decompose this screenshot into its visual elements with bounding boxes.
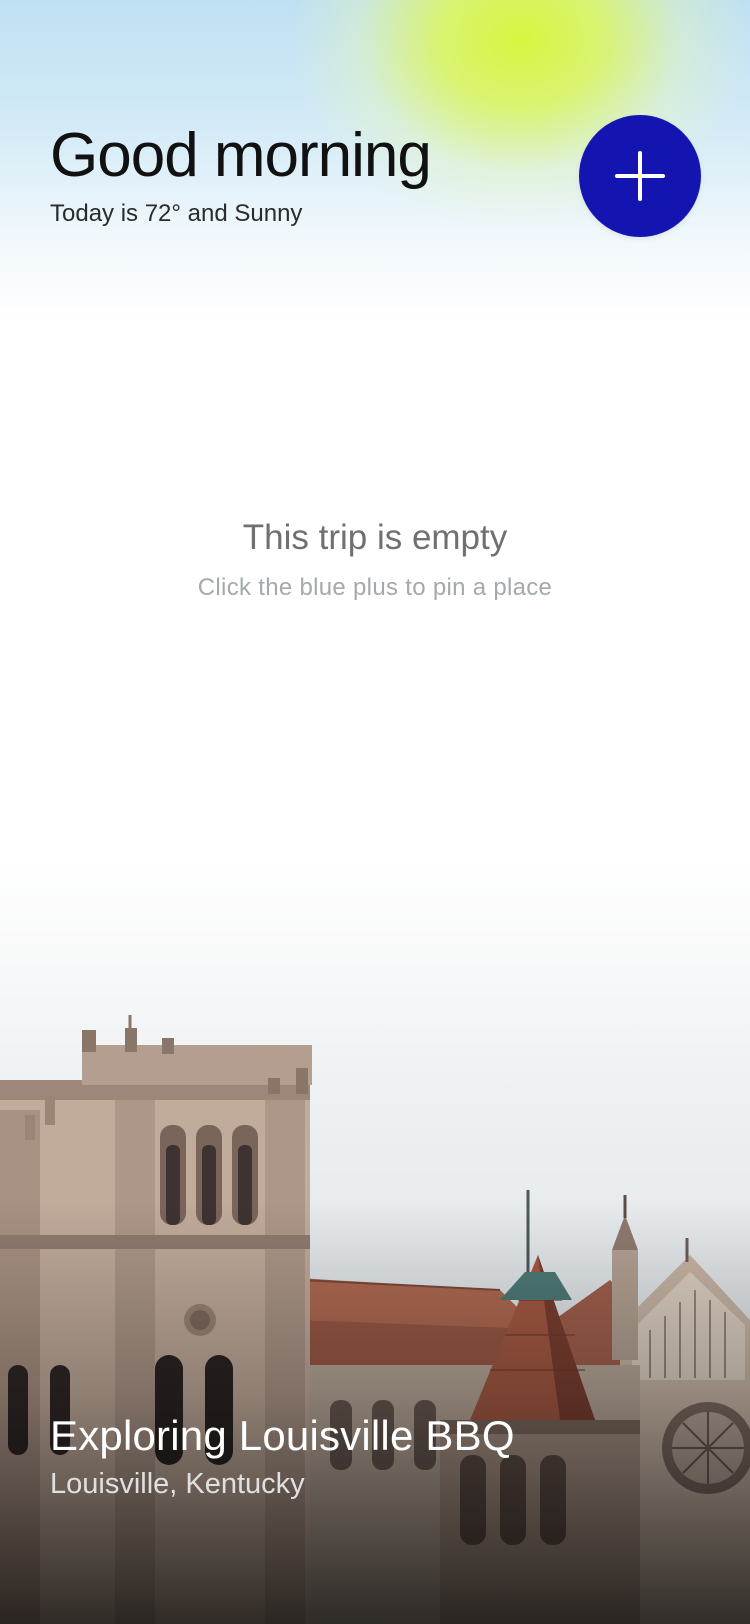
home-screen: Good morning Today is 72° and Sunny This…: [0, 0, 750, 1624]
trip-location: Louisville, Kentucky: [50, 1468, 305, 1500]
trip-title[interactable]: Exploring Louisville BBQ: [50, 1412, 515, 1460]
